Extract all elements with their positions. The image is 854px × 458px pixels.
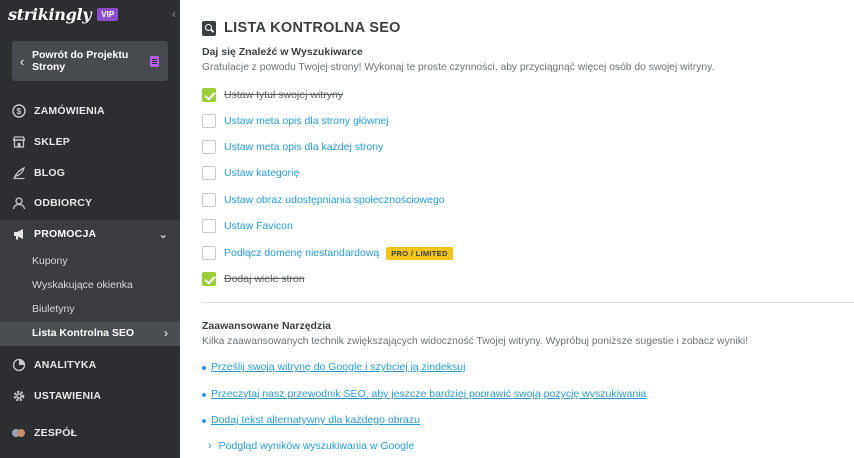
sidebar-subitem-label: Lista Kontrolna SEO (32, 327, 135, 339)
checklist-item[interactable]: Dodaj wiele stron (202, 271, 305, 287)
section-description-findable: Gratulacje z powodu Twojej strony! Wykon… (202, 62, 715, 73)
checklist-item-label: Ustaw tytuł swojej witryny (224, 89, 344, 101)
checkbox[interactable] (202, 114, 216, 128)
alt-text-link[interactable]: Dodaj tekst alternatywny dla każdego obr… (211, 414, 420, 426)
google-preview-label: Podgląd wyników wyszukiwania w Google (218, 440, 415, 452)
sidebar-item-label: ZAMÓWIENIA (34, 105, 105, 117)
checkbox[interactable] (202, 166, 216, 180)
checklist-item-label: Dodaj wiele stron (224, 273, 305, 285)
sidebar-item-label: ODBIORCY (34, 197, 93, 209)
sidebar-subitem-newsletters[interactable]: Biuletyny (32, 300, 75, 318)
svg-text:$: $ (17, 106, 22, 116)
store-icon (12, 135, 26, 149)
checklist-item-link[interactable]: Ustaw Favicon (224, 220, 293, 232)
google-preview-toggle[interactable]: › Podgląd wyników wyszukiwania w Google (208, 440, 414, 452)
back-button-label: Powrót do Projektu Strony (32, 49, 129, 73)
sidebar-item-label: ZESPÓŁ (34, 427, 78, 439)
checkbox[interactable] (202, 140, 216, 154)
megaphone-icon (12, 227, 26, 241)
pie-chart-icon (12, 358, 26, 372)
sidebar-item-label: SKLEP (34, 136, 71, 148)
users-icon (12, 196, 26, 210)
main-content: LISTA KONTROLNA SEO Daj się Znaleźć w Wy… (180, 0, 854, 458)
sidebar-subitem-coupons[interactable]: Kupony (32, 252, 68, 270)
seo-guide-link[interactable]: Przeczytaj nasz przewodnik SEO, aby jesz… (211, 388, 646, 400)
vip-badge: VIP (97, 7, 119, 21)
sidebar-item-blog[interactable]: BLOG (0, 160, 180, 186)
checklist-item[interactable]: Ustaw kategorię (202, 165, 299, 181)
section-description-advanced: Kilka zaawansowanych technik zwiększając… (202, 336, 749, 347)
sidebar-subitem-popups[interactable]: Wyskakujące okienka (32, 276, 133, 294)
sidebar-item-store[interactable]: SKLEP (0, 129, 180, 155)
checklist-item[interactable]: Ustaw Favicon (202, 218, 293, 234)
page-title: LISTA KONTROLNA SEO (224, 20, 401, 36)
checkbox[interactable] (202, 219, 216, 233)
checklist-item[interactable]: Ustaw meta opis dla każdej strony (202, 139, 383, 155)
sidebar-subitem-seo-checklist[interactable]: Lista Kontrolna SEO › (0, 322, 180, 346)
seo-search-icon (202, 20, 216, 36)
logo-row: strikingly VIP (0, 0, 180, 28)
sidebar-item-team[interactable]: ZESPÓŁ (0, 420, 180, 446)
section-title-findable: Daj się Znaleźć w Wyszukiwarce (202, 46, 363, 58)
checklist-item-link[interactable]: Ustaw obraz udostępniania społecznościow… (224, 194, 445, 206)
sidebar-item-promotion[interactable]: PROMOCJA ⌄ (0, 221, 180, 247)
checklist-item-link[interactable]: Ustaw kategorię (224, 167, 299, 179)
sidebar-item-label: USTAWIENIA (34, 390, 102, 402)
checklist-item[interactable]: Ustaw obraz udostępniania społecznościow… (202, 192, 445, 208)
bullet-icon (202, 366, 206, 370)
team-avatars-icon (12, 428, 26, 438)
section-divider (202, 302, 854, 303)
gear-icon (12, 389, 26, 403)
chevron-right-icon: › (208, 440, 212, 452)
sidebar-item-label: ANALITYKA (34, 359, 97, 371)
chevron-right-icon: › (164, 326, 168, 340)
checkbox[interactable] (202, 193, 216, 207)
collapse-sidebar-icon[interactable]: ‹ (172, 7, 176, 21)
section-title-advanced: Zaawansowane Narzędzia (202, 320, 331, 332)
back-to-project-button[interactable]: ‹ Powrót do Projektu Strony (12, 41, 168, 81)
checkbox-checked[interactable] (202, 272, 216, 286)
pro-limited-badge: PRO / LIMITED (386, 246, 453, 260)
checkbox[interactable] (202, 246, 216, 260)
chevron-left-icon: ‹ (19, 53, 25, 69)
checklist-item[interactable]: Ustaw tytuł swojej witryny (202, 87, 343, 103)
chevron-down-icon: ⌄ (158, 228, 168, 241)
sidebar-item-orders[interactable]: $ ZAMÓWIENIA (0, 98, 180, 124)
sidebar-item-audience[interactable]: ODBIORCY (0, 190, 180, 216)
quill-pen-icon (12, 166, 26, 180)
checklist-item[interactable]: Podłącz domenę niestandardową PRO / LIMI… (202, 245, 453, 261)
sidebar-item-settings[interactable]: USTAWIENIA (0, 383, 180, 409)
checklist-item-link[interactable]: Ustaw meta opis dla strony głównej (224, 115, 389, 127)
checklist-item-link[interactable]: Ustaw meta opis dla każdej strony (224, 141, 383, 153)
sidebar-item-analytics[interactable]: ANALITYKA (0, 352, 180, 378)
checklist-item-link[interactable]: Podłącz domenę niestandardową (224, 247, 379, 259)
submit-to-google-link[interactable]: Prześlij swoją witrynę do Google i szybc… (211, 361, 465, 373)
sidebar-item-label: PROMOCJA (34, 228, 97, 240)
page-icon (150, 56, 159, 67)
sidebar: strikingly VIP ‹ ‹ Powrót do Projektu St… (0, 0, 180, 458)
dollar-circle-icon: $ (12, 104, 26, 118)
sidebar-item-label: BLOG (34, 167, 66, 179)
checkbox-checked[interactable] (202, 88, 216, 102)
strikingly-logo[interactable]: strikingly (8, 5, 92, 24)
bullet-icon (202, 393, 206, 397)
checklist-item[interactable]: Ustaw meta opis dla strony głównej (202, 113, 389, 129)
page-header: LISTA KONTROLNA SEO (202, 20, 401, 36)
bullet-icon (202, 419, 206, 423)
